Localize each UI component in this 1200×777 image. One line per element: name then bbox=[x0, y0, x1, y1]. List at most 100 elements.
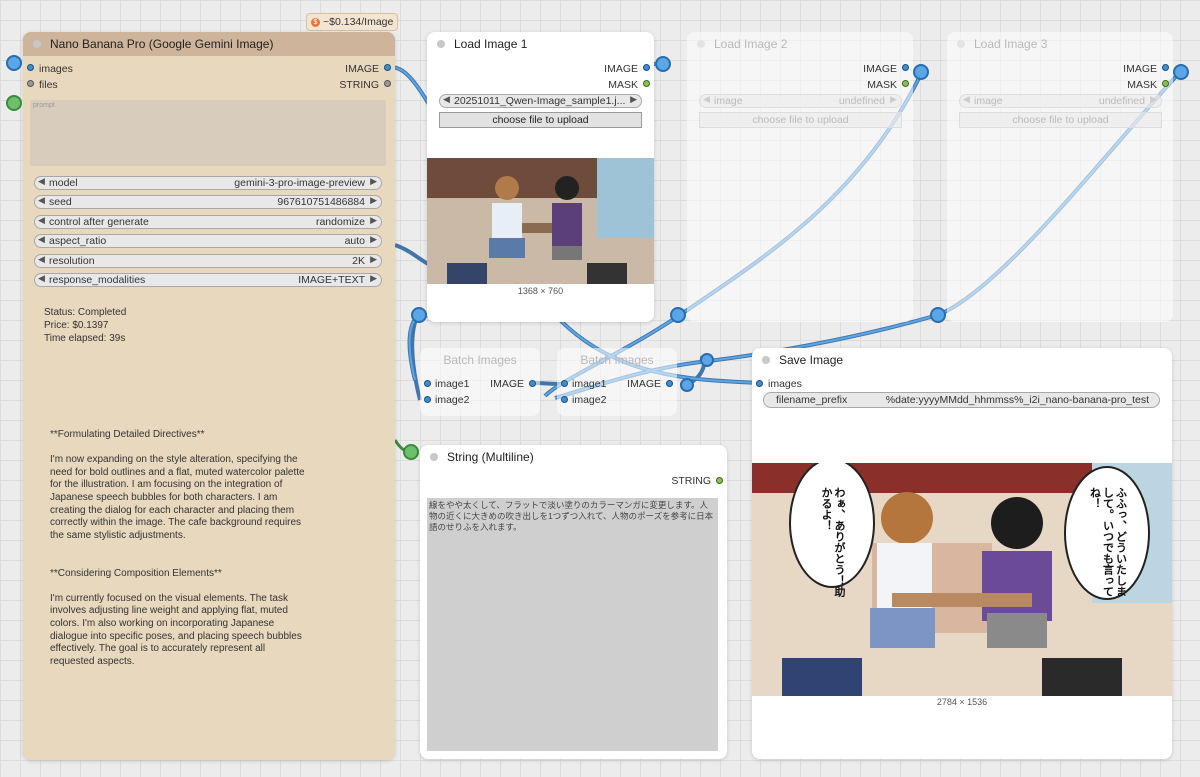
output-port-image[interactable] bbox=[1162, 64, 1169, 71]
image-select-value: undefined bbox=[838, 95, 885, 107]
reroute-handle[interactable] bbox=[670, 307, 686, 323]
batch-images-2-node[interactable]: Batch Images image1 image2 IMAGE bbox=[557, 348, 677, 416]
save-image-header[interactable]: Save Image bbox=[752, 348, 1172, 372]
speech-bubble-left: わぁ、ありがとう！助かるよ！ bbox=[800, 486, 864, 598]
image-select[interactable]: ◀ image undefined ▶ bbox=[699, 94, 902, 108]
collapse-dot-icon[interactable] bbox=[957, 40, 965, 48]
widget-aspect-ratio[interactable]: ◀ aspect_ratio auto ▶ bbox=[34, 234, 382, 248]
nano-node-header[interactable]: Nano Banana Pro (Google Gemini Image) bbox=[23, 32, 395, 56]
string-textarea[interactable]: 線をやや太くして、フラットで淡い塗りのカラーマンガに変更します。人物の近くに大き… bbox=[427, 498, 718, 751]
batch-images-1-header[interactable]: Batch Images bbox=[420, 348, 540, 372]
upload-button[interactable]: choose file to upload bbox=[959, 112, 1162, 128]
widget-value: 2K bbox=[352, 255, 365, 267]
right-arrow-icon[interactable]: ▶ bbox=[890, 94, 897, 105]
input-label-image1: image1 bbox=[572, 378, 607, 390]
input-port-images[interactable] bbox=[756, 380, 763, 387]
image-preview bbox=[427, 158, 654, 284]
reroute-handle[interactable] bbox=[930, 307, 946, 323]
image-select[interactable]: ◀ image undefined ▶ bbox=[959, 94, 1162, 108]
output-port-image[interactable] bbox=[902, 64, 909, 71]
left-arrow-icon[interactable]: ◀ bbox=[38, 195, 45, 206]
input-port-image1[interactable] bbox=[424, 380, 431, 387]
coin-icon: $ bbox=[311, 17, 320, 27]
collapse-dot-icon[interactable] bbox=[430, 453, 438, 461]
prompt-textarea[interactable]: prompt bbox=[30, 100, 386, 166]
filename-prefix-label: filename_prefix bbox=[776, 394, 848, 406]
batch-images-2-header[interactable]: Batch Images bbox=[557, 348, 677, 372]
reroute-handle[interactable] bbox=[655, 56, 671, 72]
left-arrow-icon[interactable]: ◀ bbox=[38, 254, 45, 265]
widget-response-modalities[interactable]: ◀ response_modalities IMAGE+TEXT ▶ bbox=[34, 273, 382, 287]
widget-seed[interactable]: ◀ seed 967610751486884 ▶ bbox=[34, 195, 382, 209]
left-arrow-icon[interactable]: ◀ bbox=[38, 176, 45, 187]
save-image-node[interactable]: Save Image images filename_prefix %date:y… bbox=[752, 348, 1172, 759]
right-arrow-icon[interactable]: ▶ bbox=[1150, 94, 1157, 105]
output-port-image[interactable] bbox=[666, 380, 673, 387]
string-multiline-node[interactable]: String (Multiline) STRING 線をやや太くして、フラットで… bbox=[420, 445, 727, 759]
left-arrow-icon[interactable]: ◀ bbox=[703, 94, 710, 105]
right-arrow-icon[interactable]: ▶ bbox=[370, 215, 377, 226]
load-image-1-header[interactable]: Load Image 1 bbox=[427, 32, 654, 56]
collapse-dot-icon[interactable] bbox=[762, 356, 770, 364]
output-port-image[interactable] bbox=[643, 64, 650, 71]
load-image-2-header[interactable]: Load Image 2 bbox=[687, 32, 913, 56]
output-label-image: IMAGE bbox=[345, 63, 379, 75]
reroute-handle[interactable] bbox=[913, 64, 929, 80]
output-port-string[interactable] bbox=[716, 477, 723, 484]
right-arrow-icon[interactable]: ▶ bbox=[370, 254, 377, 265]
string-node-header[interactable]: String (Multiline) bbox=[420, 445, 727, 469]
input-port-image1[interactable] bbox=[561, 380, 568, 387]
right-arrow-icon[interactable]: ▶ bbox=[370, 234, 377, 245]
right-arrow-icon[interactable]: ▶ bbox=[630, 94, 637, 105]
output-port-mask[interactable] bbox=[1162, 80, 1169, 87]
batch-images-1-node[interactable]: Batch Images image1 image2 IMAGE bbox=[420, 348, 540, 416]
reroute-handle[interactable] bbox=[411, 307, 427, 323]
output-port-string[interactable] bbox=[384, 80, 391, 87]
load-image-3-header[interactable]: Load Image 3 bbox=[947, 32, 1173, 56]
output-label-image: IMAGE bbox=[604, 63, 638, 75]
reroute-handle[interactable] bbox=[403, 444, 419, 460]
image-select[interactable]: ◀ 20251011_Qwen-Image_sample1.j... ▶ bbox=[439, 94, 642, 108]
input-port-image2[interactable] bbox=[561, 396, 568, 403]
left-arrow-icon[interactable]: ◀ bbox=[443, 94, 450, 105]
output-port-image[interactable] bbox=[384, 64, 391, 71]
widget-resolution[interactable]: ◀ resolution 2K ▶ bbox=[34, 254, 382, 268]
reroute-handle[interactable] bbox=[1173, 64, 1189, 80]
reroute-handle[interactable] bbox=[6, 55, 22, 71]
collapse-dot-icon[interactable] bbox=[33, 40, 41, 48]
upload-button[interactable]: choose file to upload bbox=[699, 112, 902, 128]
load-image-3-node[interactable]: Load Image 3 IMAGE MASK ◀ image undefined ▶… bbox=[947, 32, 1173, 322]
right-arrow-icon[interactable]: ▶ bbox=[370, 195, 377, 206]
collapse-dot-icon[interactable] bbox=[697, 40, 705, 48]
load-image-3-title: Load Image 3 bbox=[974, 37, 1048, 51]
reroute-handle[interactable] bbox=[700, 353, 714, 367]
reroute-handle[interactable] bbox=[6, 95, 22, 111]
right-arrow-icon[interactable]: ▶ bbox=[370, 176, 377, 187]
output-label-string: STRING bbox=[671, 475, 711, 487]
widget-value: IMAGE+TEXT bbox=[298, 274, 365, 286]
load-image-2-node[interactable]: Load Image 2 IMAGE MASK ◀ image undefined ▶… bbox=[687, 32, 913, 322]
left-arrow-icon[interactable]: ◀ bbox=[38, 273, 45, 284]
load-image-1-node[interactable]: Load Image 1 IMAGE MASK ◀ 20251011_Qwen-I… bbox=[427, 32, 654, 322]
image-dimensions: 2784 × 1536 bbox=[936, 697, 988, 707]
widget-model[interactable]: ◀ model gemini-3-pro-image-preview ▶ bbox=[34, 176, 382, 190]
upload-button[interactable]: choose file to upload bbox=[439, 112, 642, 128]
reroute-handle[interactable] bbox=[680, 378, 694, 392]
right-arrow-icon[interactable]: ▶ bbox=[370, 273, 377, 284]
output-port-mask[interactable] bbox=[902, 80, 909, 87]
output-port-mask[interactable] bbox=[643, 80, 650, 87]
widget-label: control after generate bbox=[49, 216, 149, 228]
nano-banana-node[interactable]: Nano Banana Pro (Google Gemini Image) im… bbox=[23, 32, 395, 760]
input-port-images[interactable] bbox=[27, 64, 34, 71]
input-port-files[interactable] bbox=[27, 80, 34, 87]
output-port-image[interactable] bbox=[529, 380, 536, 387]
filename-prefix-field[interactable]: filename_prefix %date:yyyyMMdd_hhmmss%_i2… bbox=[763, 392, 1160, 408]
widget-control-after-generate[interactable]: ◀ control after generate randomize ▶ bbox=[34, 215, 382, 229]
left-arrow-icon[interactable]: ◀ bbox=[38, 234, 45, 245]
wire-string-to-nano bbox=[394, 243, 431, 267]
input-port-image2[interactable] bbox=[424, 396, 431, 403]
left-arrow-icon[interactable]: ◀ bbox=[38, 215, 45, 226]
left-arrow-icon[interactable]: ◀ bbox=[963, 94, 970, 105]
collapse-dot-icon[interactable] bbox=[437, 40, 445, 48]
image-dimensions: 1368 × 760 bbox=[517, 286, 564, 296]
